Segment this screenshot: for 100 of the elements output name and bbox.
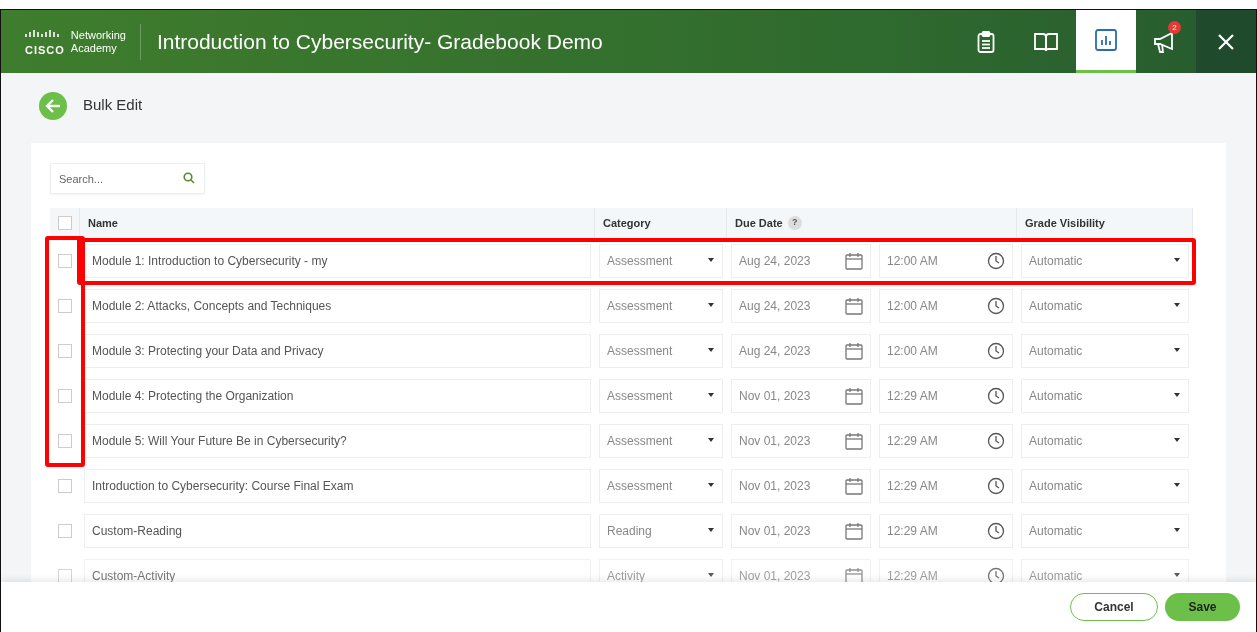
visibility-select[interactable]: Automatic	[1021, 558, 1189, 582]
logo-text: Networking	[70, 29, 126, 42]
category-select[interactable]: Assessment	[599, 423, 723, 458]
clock-icon	[987, 431, 1005, 450]
caret-icon	[1173, 393, 1181, 398]
book-icon	[1034, 31, 1058, 52]
caret-icon	[1173, 528, 1181, 533]
date-field[interactable]: Aug 24, 2023	[731, 288, 871, 323]
caret-icon	[1173, 258, 1181, 263]
clock-icon	[987, 386, 1005, 405]
visibility-select[interactable]: Automatic	[1021, 423, 1189, 458]
back-button[interactable]	[39, 91, 67, 120]
date-field[interactable]: Nov 01, 2023	[731, 423, 871, 458]
date-field[interactable]: Nov 01, 2023	[731, 468, 871, 503]
caret-icon	[707, 393, 715, 398]
calendar-icon	[845, 296, 863, 315]
time-field[interactable]: 12:29 AM	[879, 513, 1013, 548]
app-title: Introduction to Cybersecurity- Gradebook Demo	[155, 28, 604, 55]
row-checkbox[interactable]	[58, 253, 72, 268]
row-checkbox[interactable]	[58, 343, 72, 358]
row-checkbox[interactable]	[58, 568, 72, 582]
column-header: Name	[80, 208, 595, 238]
clock-icon	[987, 296, 1005, 315]
category-select[interactable]: Assessment	[599, 243, 723, 278]
caret-icon	[1173, 573, 1181, 578]
name-field[interactable]: Module 4: Protecting the Organization	[84, 378, 591, 413]
row-checkbox[interactable]	[58, 388, 72, 403]
row-checkbox[interactable]	[58, 478, 72, 493]
caret-icon	[1173, 303, 1181, 308]
visibility-select[interactable]: Automatic	[1021, 333, 1189, 368]
row-checkbox[interactable]	[58, 298, 72, 313]
save-button[interactable]: Save	[1165, 593, 1240, 621]
caret-icon	[707, 573, 715, 578]
search-field[interactable]: Search...	[50, 163, 205, 194]
logo-brand: CISCO	[25, 43, 65, 59]
category-select[interactable]: Assessment	[599, 468, 723, 503]
category-select[interactable]: Activity	[599, 558, 723, 582]
name-field[interactable]: Introduction to Cybersecurity: Course Final Exam	[84, 468, 591, 503]
select-all-checkbox[interactable]	[57, 216, 72, 230]
visibility-select[interactable]: Automatic	[1021, 288, 1189, 323]
clock-icon	[987, 476, 1005, 495]
time-field[interactable]: 12:00 AM	[879, 333, 1013, 368]
bar-chart-icon	[1095, 29, 1117, 51]
close-button[interactable]	[1196, 10, 1256, 73]
caret-icon	[707, 438, 715, 443]
visibility-select[interactable]: Automatic	[1021, 513, 1189, 548]
clock-icon	[987, 341, 1005, 360]
caret-icon	[1173, 483, 1181, 488]
visibility-select[interactable]: Automatic	[1021, 378, 1189, 413]
category-select[interactable]: Assessment	[599, 378, 723, 413]
caret-icon	[1173, 348, 1181, 353]
visibility-select[interactable]: Automatic	[1021, 468, 1189, 503]
caret-icon	[707, 528, 715, 533]
name-field[interactable]: Module 3: Protecting your Data and Privacy	[84, 333, 591, 368]
time-field[interactable]: 12:29 AM	[879, 423, 1013, 458]
time-field[interactable]: 12:29 AM	[879, 468, 1013, 503]
close-icon	[1218, 33, 1234, 50]
page-title: Bulk Edit	[83, 95, 143, 116]
date-field[interactable]: Nov 01, 2023	[731, 513, 871, 548]
time-field[interactable]: 12:00 AM	[879, 243, 1013, 278]
row-checkbox[interactable]	[58, 433, 72, 448]
name-field[interactable]: Module 1: Introduction to Cybersecurity - my	[84, 243, 591, 278]
date-field[interactable]: Nov 01, 2023	[731, 378, 871, 413]
date-field[interactable]: Aug 24, 2023	[731, 333, 871, 368]
caret-icon	[1173, 438, 1181, 443]
logo-text: Academy	[70, 41, 118, 54]
calendar-icon	[845, 341, 863, 360]
time-field[interactable]: 12:29 AM	[879, 378, 1013, 413]
cancel-button[interactable]: Cancel	[1070, 593, 1158, 621]
calendar-icon	[845, 251, 863, 270]
name-field[interactable]: Custom-Reading	[84, 513, 591, 548]
category-select[interactable]: Reading	[599, 513, 723, 548]
name-field[interactable]: Module 2: Attacks, Concepts and Techniques	[84, 288, 591, 323]
caret-icon	[707, 483, 715, 488]
clock-icon	[987, 521, 1005, 540]
calendar-icon	[845, 386, 863, 405]
calendar-icon	[845, 566, 863, 582]
name-field[interactable]: Module 5: Will Your Future Be in Cybersecurity?	[84, 423, 591, 458]
date-field[interactable]: Nov 01, 2023	[731, 558, 871, 582]
clipboard-icon	[977, 30, 995, 53]
time-field[interactable]: 12:00 AM	[879, 288, 1013, 323]
name-field[interactable]: Custom-Activity	[84, 558, 591, 582]
date-field[interactable]: Aug 24, 2023	[731, 243, 871, 278]
category-select[interactable]: Assessment	[599, 288, 723, 323]
toolbar-tab[interactable]	[1076, 10, 1136, 73]
help-icon[interactable]: ?	[787, 216, 802, 230]
notification-badge: 2	[1168, 21, 1181, 34]
arrow-left-icon	[45, 98, 61, 113]
caret-icon	[707, 258, 715, 263]
column-header: Grade Visibility	[1017, 208, 1193, 238]
row-checkbox[interactable]	[58, 523, 72, 538]
calendar-icon	[845, 431, 863, 450]
category-select[interactable]: Assessment	[599, 333, 723, 368]
calendar-icon	[845, 521, 863, 540]
column-header: Category	[595, 208, 727, 238]
visibility-select[interactable]: Automatic	[1021, 243, 1189, 278]
clock-icon	[987, 566, 1005, 582]
time-field[interactable]: 12:29 AM	[879, 558, 1013, 582]
caret-icon	[707, 303, 715, 308]
toolbar-tab[interactable]: 2	[1136, 10, 1196, 73]
